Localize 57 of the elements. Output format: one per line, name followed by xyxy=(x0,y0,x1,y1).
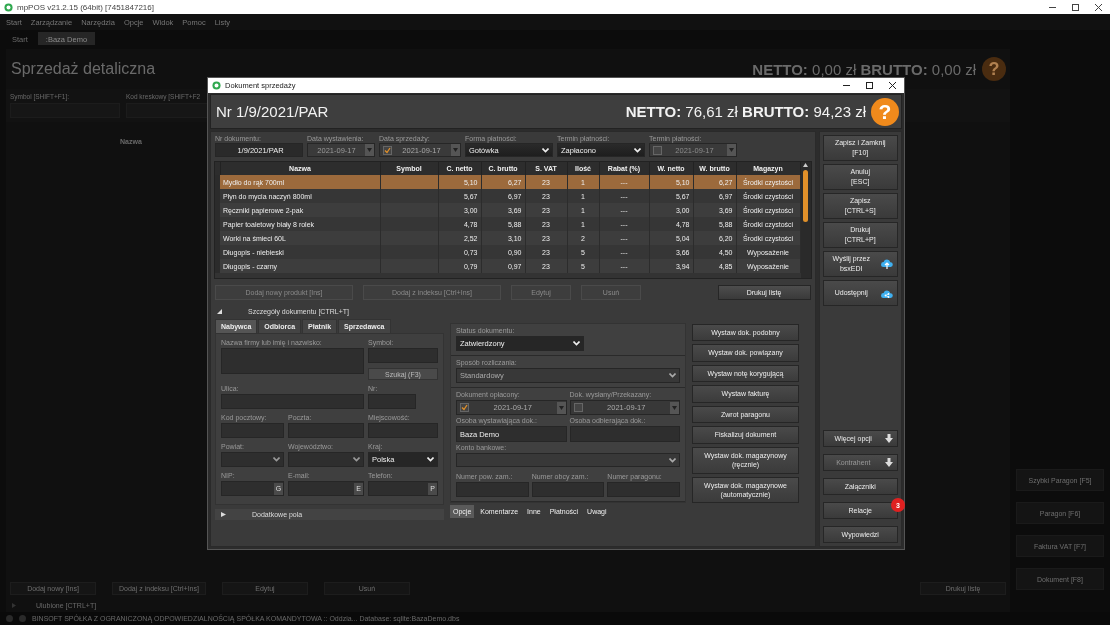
totals: NETTO: 76,61 zł BRUTTO: 94,23 zł xyxy=(625,103,866,120)
dropdown-button[interactable] xyxy=(556,401,566,414)
help-button[interactable]: ? xyxy=(982,57,1006,81)
text-field[interactable] xyxy=(368,348,438,363)
page-heading: Sprzedaż detaliczna xyxy=(11,60,156,78)
close-icon[interactable] xyxy=(1095,3,1102,11)
arrow-down-icon xyxy=(885,434,893,443)
caret-icon xyxy=(672,405,677,410)
totals: NETTO: 0,00 zł BRUTTO: 0,00 zł xyxy=(752,60,976,78)
caret-icon xyxy=(558,405,564,410)
text-field[interactable] xyxy=(531,482,605,497)
dropdown-button[interactable] xyxy=(670,401,679,414)
status-dot xyxy=(19,615,26,622)
text-field[interactable] xyxy=(569,426,680,442)
scrollbar[interactable] xyxy=(800,162,811,278)
select-field[interactable] xyxy=(456,453,680,467)
text-field[interactable] xyxy=(221,394,364,409)
text-field[interactable] xyxy=(368,423,438,438)
close-icon[interactable] xyxy=(889,82,896,89)
chevron-down-icon xyxy=(273,457,280,462)
caret-icon xyxy=(453,148,458,152)
select-field[interactable] xyxy=(221,452,284,467)
select-field[interactable] xyxy=(288,452,364,467)
dropdown-button[interactable] xyxy=(451,144,460,156)
dropdown-button[interactable] xyxy=(727,144,736,156)
chevron-down-icon xyxy=(353,457,360,462)
status-dot xyxy=(6,615,13,622)
minimize-icon[interactable] xyxy=(843,82,850,89)
maximize-icon[interactable] xyxy=(1072,3,1079,11)
scroll-up-icon[interactable] xyxy=(803,163,808,167)
checkbox[interactable] xyxy=(653,145,662,155)
text-field[interactable] xyxy=(288,423,364,438)
chevron-down-icon xyxy=(669,373,676,378)
checkbox[interactable] xyxy=(383,145,392,155)
text-field[interactable] xyxy=(456,482,529,497)
dropdown-button[interactable] xyxy=(365,144,374,156)
chevron-down-icon xyxy=(669,457,676,463)
caret-icon xyxy=(367,148,372,152)
text-field[interactable] xyxy=(607,482,680,497)
text-field[interactable] xyxy=(368,394,416,409)
cloud-upload-icon xyxy=(881,259,893,269)
window-title: mpPOS v21.2.15 (64bit) [7451847216] xyxy=(17,2,155,12)
caret-icon xyxy=(729,148,734,152)
chevron-down-icon xyxy=(542,147,549,153)
collapse-icon[interactable] xyxy=(217,309,222,314)
app-icon xyxy=(212,81,221,90)
cloud-share-icon xyxy=(881,288,893,298)
expand-icon[interactable] xyxy=(221,512,226,517)
maximize-icon[interactable] xyxy=(866,82,873,89)
checkbox[interactable] xyxy=(460,403,469,412)
text-field[interactable] xyxy=(221,423,284,438)
document-number: Nr 1/9/2021/PAR xyxy=(216,103,329,120)
chevron-down-icon xyxy=(427,457,434,462)
chevron-down-icon xyxy=(573,341,580,346)
chevron-down-icon xyxy=(634,147,641,153)
checkbox[interactable] xyxy=(573,403,583,412)
arrow-down-icon xyxy=(885,458,893,467)
